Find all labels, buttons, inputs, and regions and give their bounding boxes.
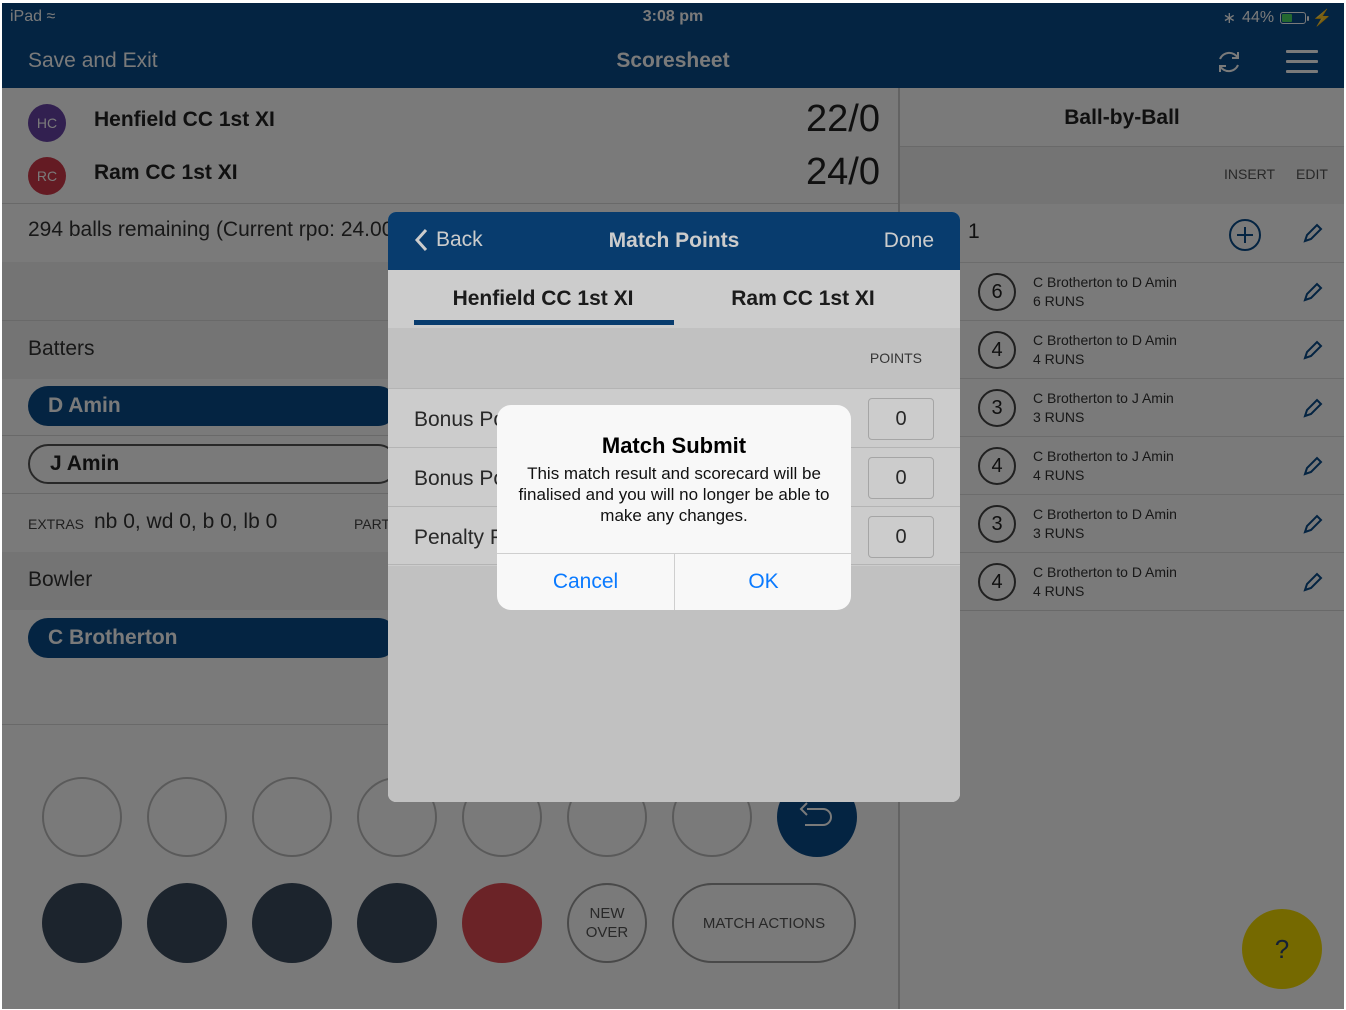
alert-title: Match Submit xyxy=(601,433,747,458)
ok-button[interactable]: OK xyxy=(675,554,851,610)
cancel-button[interactable]: Cancel xyxy=(497,554,674,610)
app-frame: iPad ≈ 3:08 pm ∗ 44% ⚡ Save and Exit Sco… xyxy=(2,3,1344,1009)
match-submit-alert: Match Submit This match result and score… xyxy=(497,405,851,610)
alert-message: This match result and scorecard will be … xyxy=(518,464,830,525)
